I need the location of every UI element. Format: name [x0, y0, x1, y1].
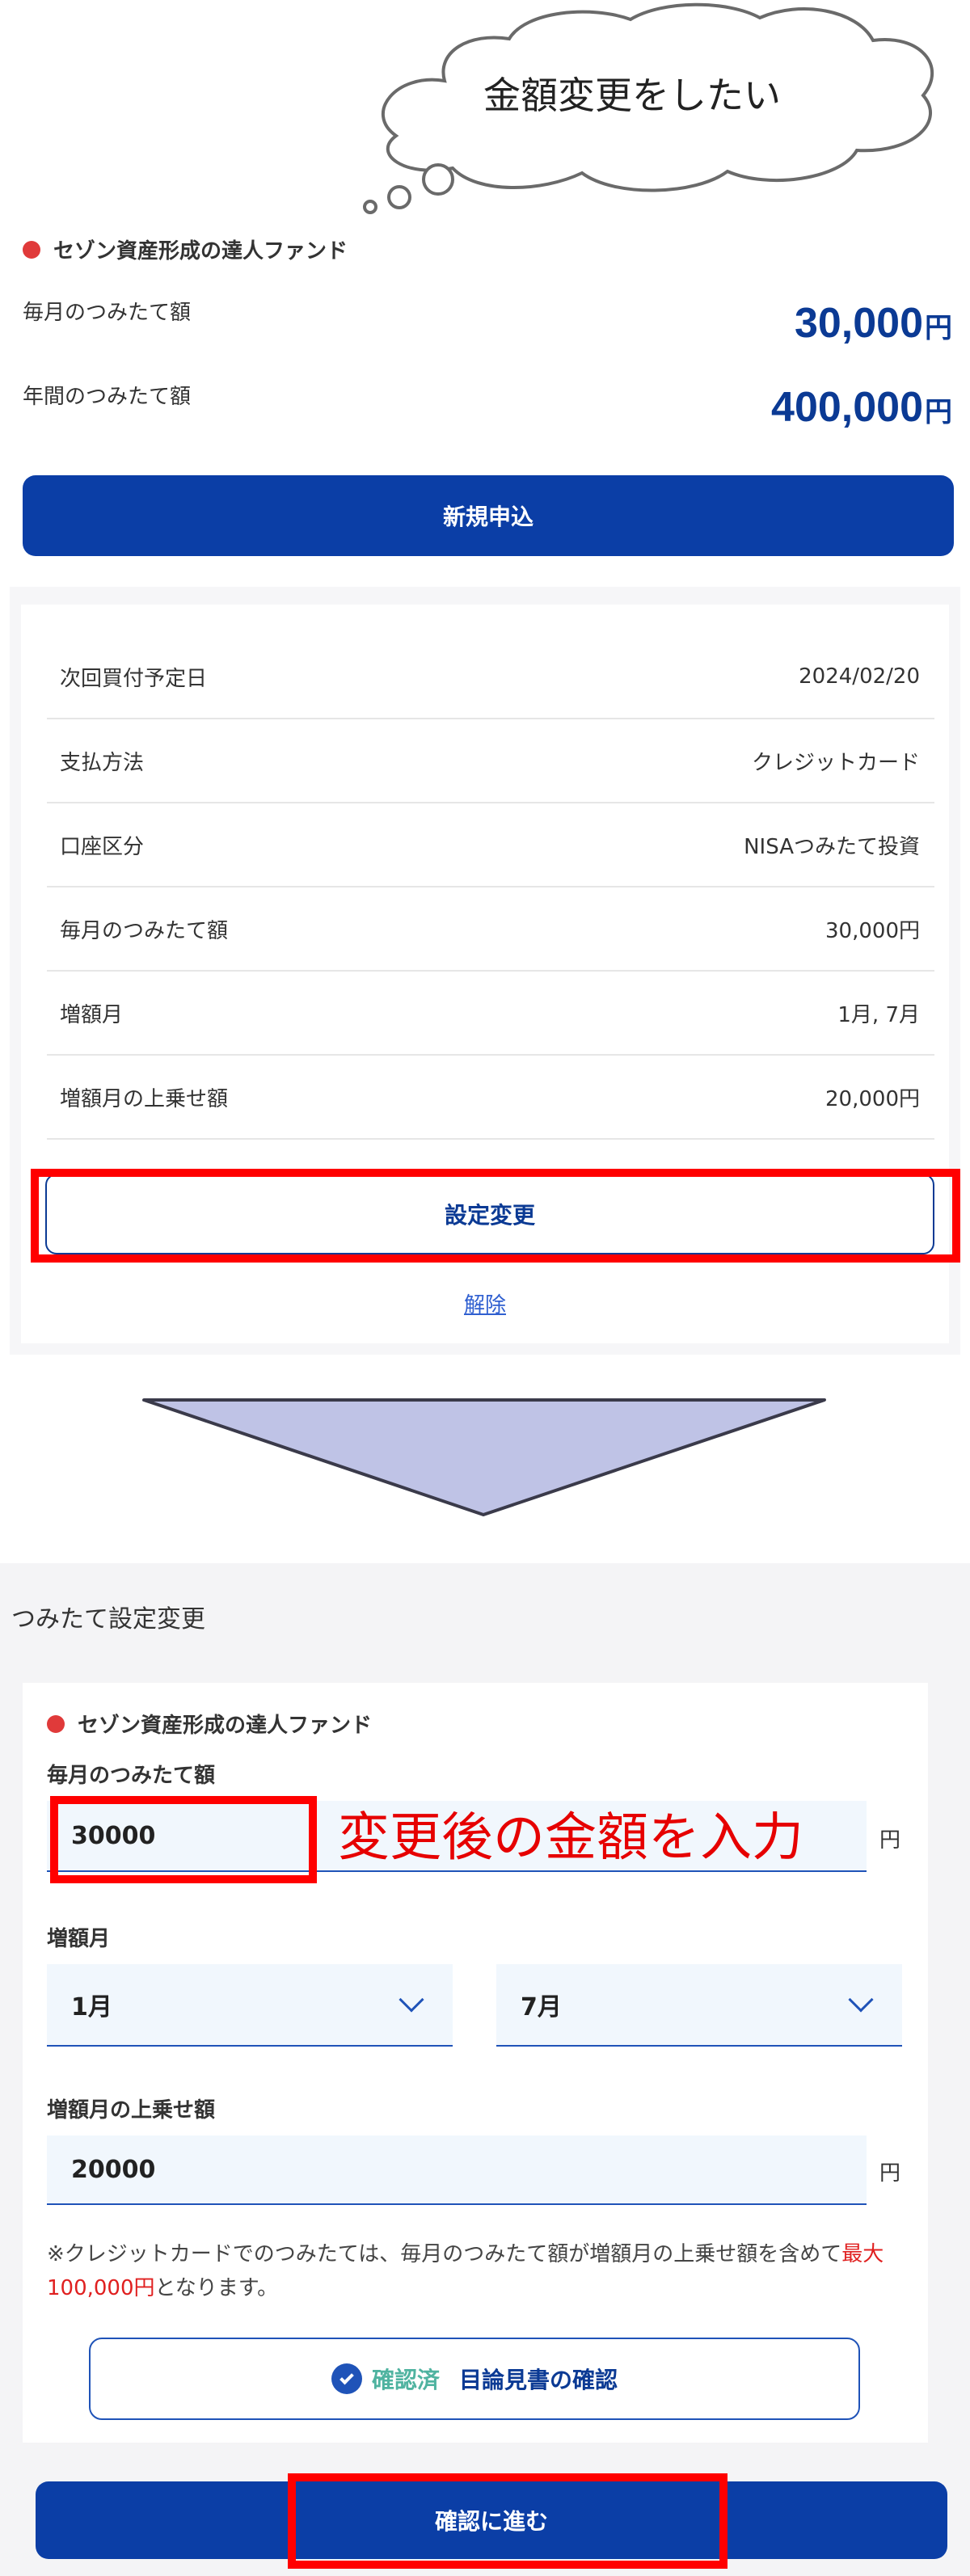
- detail-row-addition-amount: 増額月の上乗せ額 20,000円: [47, 1056, 934, 1140]
- prospectus-confirm-button[interactable]: 確認済 目論見書の確認: [89, 2338, 860, 2420]
- monthly-amount-yen: 円: [879, 1828, 901, 1853]
- increase-month-select-2[interactable]: 7月: [496, 1964, 902, 2047]
- highlight-frame-proceed: [288, 2473, 728, 2569]
- highlight-frame-settings-change: [31, 1169, 960, 1263]
- detail-value: 20,000円: [825, 1086, 920, 1111]
- detail-label: 口座区分: [60, 834, 145, 859]
- detail-row-next-purchase: 次回買付予定日 2024/02/20: [47, 635, 934, 719]
- form-fund-header: セゾン資産形成の達人ファンド: [47, 1709, 372, 1739]
- detail-label: 毎月のつみたて額: [60, 918, 229, 943]
- detail-label: 増額月の上乗せ額: [60, 1086, 229, 1111]
- fund-name: セゾン資産形成の達人ファンド: [53, 239, 348, 264]
- annual-amount-label: 年間のつみたて額: [23, 385, 192, 409]
- detail-value: 30,000円: [825, 918, 920, 943]
- chevron-down-icon: [399, 1987, 424, 2013]
- increase-month-1-value: 1月: [71, 1993, 112, 2022]
- increase-month-label: 増額月: [47, 1927, 111, 1951]
- monthly-amount-label: 毎月のつみたて額: [23, 301, 192, 325]
- monthly-amount-number: 30,000: [794, 300, 923, 347]
- detail-label: 支払方法: [60, 750, 145, 775]
- addition-amount-yen: 円: [879, 2161, 901, 2186]
- fund-dot-icon: [23, 240, 40, 259]
- detail-row-increase-month: 増額月 1月, 7月: [47, 972, 934, 1056]
- detail-value: クレジットカード: [751, 750, 920, 775]
- confirmed-badge: 確認済: [371, 2367, 440, 2393]
- detail-row-account-type: 口座区分 NISAつみたて投資: [47, 803, 934, 887]
- fund-dot-icon: [47, 1714, 65, 1733]
- detail-label: 次回買付予定日: [60, 666, 208, 691]
- increase-month-select-1[interactable]: 1月: [47, 1964, 453, 2047]
- detail-value: 1月, 7月: [837, 1002, 920, 1027]
- prospectus-label: 目論見書の確認: [459, 2367, 618, 2393]
- down-arrow-icon: [142, 1398, 826, 1516]
- increase-month-2-value: 7月: [521, 1993, 562, 2022]
- note-text-2: となります。: [154, 2276, 279, 2300]
- monthly-amount-unit: 円: [925, 313, 952, 344]
- annual-amount-value: 400,000円: [771, 383, 952, 432]
- detail-row-payment-method: 支払方法 クレジットカード: [47, 719, 934, 803]
- annual-amount-number: 400,000: [771, 384, 923, 431]
- section-title: つみたて設定変更: [11, 1605, 205, 1634]
- addition-amount-input[interactable]: 20000: [47, 2135, 867, 2205]
- chevron-down-icon: [848, 1987, 874, 2013]
- cancel-link[interactable]: 解除: [0, 1288, 970, 1318]
- highlight-frame-amount-input: [50, 1796, 317, 1883]
- note-text-1: ※クレジットカードでのつみたては、毎月のつみたて額が増額月の上乗せ額を含めて: [47, 2242, 842, 2266]
- credit-card-note: ※クレジットカードでのつみたては、毎月のつみたて額が増額月の上乗せ額を含めて最大…: [47, 2237, 904, 2305]
- check-circle-icon: [331, 2363, 362, 2394]
- annotation-enter-new-amount: 変更後の金額を入力: [338, 1808, 803, 1868]
- detail-value: 2024/02/20: [799, 664, 920, 689]
- monthly-amount-value: 30,000円: [795, 299, 952, 348]
- detail-row-monthly-amount: 毎月のつみたて額 30,000円: [47, 887, 934, 972]
- fund-header: セゾン資産形成の達人ファンド: [23, 234, 348, 264]
- bubble-text: 金額変更をしたい: [483, 74, 781, 117]
- detail-value: NISAつみたて投資: [744, 834, 920, 859]
- form-fund-name: セゾン資産形成の達人ファンド: [78, 1714, 373, 1738]
- annual-amount-unit: 円: [925, 397, 952, 428]
- new-application-button[interactable]: 新規申込: [23, 475, 954, 556]
- detail-label: 増額月: [60, 1002, 124, 1027]
- addition-amount-label: 増額月の上乗せ額: [47, 2098, 216, 2123]
- monthly-amount-field-label: 毎月のつみたて額: [47, 1764, 216, 1788]
